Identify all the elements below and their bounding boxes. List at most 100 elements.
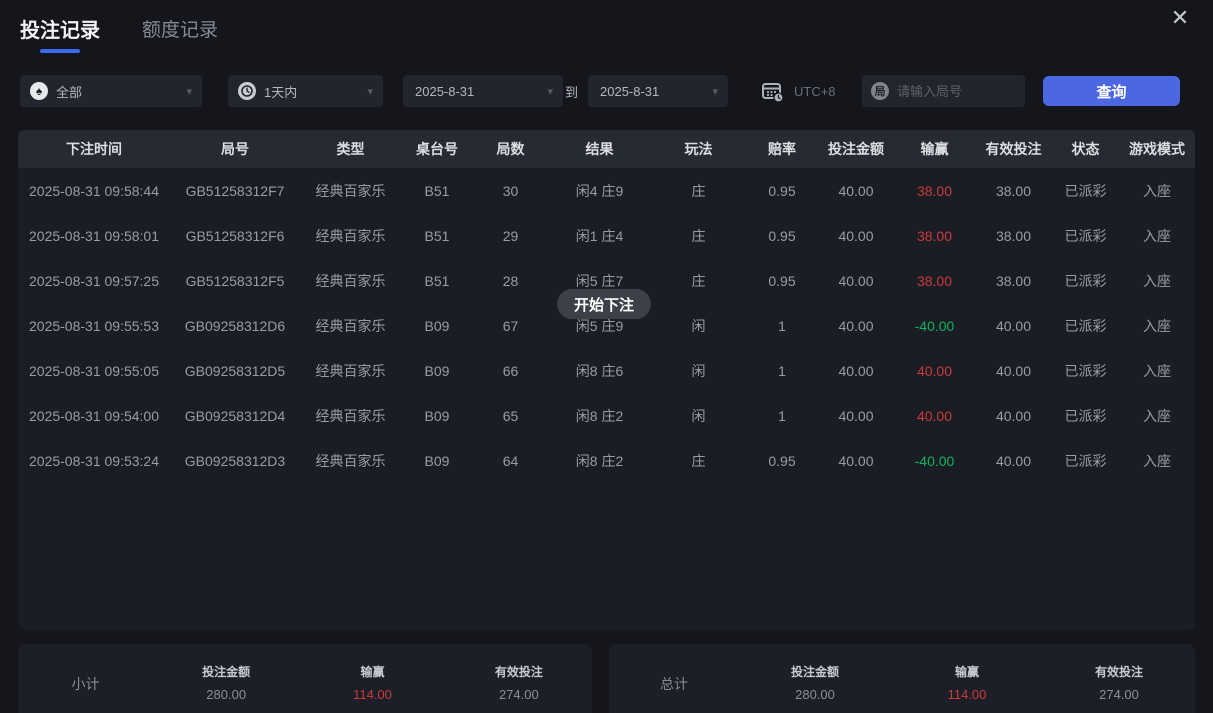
cell-round-id: GB09258312D4 (170, 393, 300, 438)
query-button[interactable]: 查询 (1043, 76, 1180, 106)
table-row[interactable]: 2025-08-31 09:58:01 GB51258312F6 经典百家乐 B… (18, 213, 1195, 258)
date-to-value: 2025-8-31 (600, 84, 659, 99)
round-id-input[interactable] (897, 84, 1007, 99)
cell-valid-bet: 40.00 (975, 438, 1052, 483)
cell-round-id: GB51258312F6 (170, 213, 300, 258)
total-bet-stat: 投注金额 280.00 (739, 663, 891, 702)
cell-round-id: GB09258312D3 (170, 438, 300, 483)
cell-game-mode: 入座 (1119, 438, 1195, 483)
cell-bet-amount: 40.00 (818, 393, 894, 438)
cell-result: 闲8 庄2 (548, 393, 651, 438)
cell-round-no: 64 (473, 438, 548, 483)
col-header-3: 桌台号 (401, 130, 473, 168)
time-range-select[interactable]: 1天内 ▾ (228, 75, 383, 107)
subtotal-winloss-stat: 输赢 114.00 (299, 663, 445, 702)
cell-odds: 1 (746, 348, 818, 393)
cell-table-no: B51 (401, 258, 473, 303)
cell-play: 闲 (651, 393, 746, 438)
table-row[interactable]: 2025-08-31 09:54:00 GB09258312D4 经典百家乐 B… (18, 393, 1195, 438)
date-from-select[interactable]: 2025-8-31 ▾ (403, 75, 563, 107)
col-header-9: 输赢 (894, 130, 975, 168)
subtotal-panel: 小计 投注金额 280.00 输赢 114.00 有效投注 274.00 (18, 644, 592, 713)
tab-quota-records[interactable]: 额度记录 (142, 15, 218, 53)
close-icon[interactable]: ✕ (1166, 4, 1194, 32)
cell-valid-bet: 40.00 (975, 393, 1052, 438)
cell-round-no: 30 (473, 168, 548, 213)
clock-icon (238, 82, 256, 100)
cell-table-no: B09 (401, 438, 473, 483)
cell-bet-amount: 40.00 (818, 258, 894, 303)
cell-bet-amount: 40.00 (818, 348, 894, 393)
cell-result: 闲1 庄4 (548, 213, 651, 258)
cell-bet-time: 2025-08-31 09:54:00 (18, 393, 170, 438)
cell-win-loss: 40.00 (894, 393, 975, 438)
table-header-row: 下注时间局号类型桌台号局数结果玩法赔率投注金额输赢有效投注状态游戏模式 (18, 130, 1195, 168)
winloss-label: 输赢 (891, 663, 1043, 680)
cell-table-no: B09 (401, 348, 473, 393)
cell-valid-bet: 38.00 (975, 168, 1052, 213)
date-to-select[interactable]: 2025-8-31 ▾ (588, 75, 728, 107)
cell-odds: 1 (746, 393, 818, 438)
cell-game-type: 经典百家乐 (300, 303, 401, 348)
cell-round-id: GB09258312D5 (170, 348, 300, 393)
game-type-select[interactable]: ♠ 全部 ▾ (20, 75, 202, 107)
cell-result: 闲8 庄2 (548, 438, 651, 483)
chevron-down-icon: ▾ (186, 85, 192, 98)
cell-odds: 0.95 (746, 213, 818, 258)
chevron-down-icon: ▾ (712, 85, 718, 98)
cell-valid-bet: 38.00 (975, 213, 1052, 258)
cell-table-no: B51 (401, 168, 473, 213)
calendar-clock-icon[interactable] (760, 79, 784, 103)
col-header-7: 赔率 (746, 130, 818, 168)
cell-game-mode: 入座 (1119, 168, 1195, 213)
cell-odds: 0.95 (746, 438, 818, 483)
cell-status: 已派彩 (1052, 213, 1119, 258)
table-body: 2025-08-31 09:58:44 GB51258312F7 经典百家乐 B… (18, 168, 1195, 630)
cell-game-mode: 入座 (1119, 213, 1195, 258)
col-header-4: 局数 (473, 130, 548, 168)
cell-bet-time: 2025-08-31 09:53:24 (18, 438, 170, 483)
table-row[interactable]: 2025-08-31 09:55:05 GB09258312D5 经典百家乐 B… (18, 348, 1195, 393)
cell-status: 已派彩 (1052, 393, 1119, 438)
cell-game-type: 经典百家乐 (300, 168, 401, 213)
cell-valid-bet: 38.00 (975, 258, 1052, 303)
winloss-label: 输赢 (299, 663, 445, 680)
subtotal-bet-stat: 投注金额 280.00 (153, 663, 299, 702)
cell-bet-time: 2025-08-31 09:58:44 (18, 168, 170, 213)
cell-win-loss: 38.00 (894, 168, 975, 213)
bet-amount-value: 280.00 (153, 687, 299, 702)
cell-round-no: 28 (473, 258, 548, 303)
tab-betting-records[interactable]: 投注记录 (20, 14, 100, 53)
cell-odds: 0.95 (746, 168, 818, 213)
cell-odds: 0.95 (746, 258, 818, 303)
subtotal-label: 小计 (18, 674, 153, 694)
winloss-value: 114.00 (891, 687, 1043, 702)
cell-play: 庄 (651, 258, 746, 303)
table-row[interactable]: 2025-08-31 09:53:24 GB09258312D3 经典百家乐 B… (18, 438, 1195, 483)
cell-valid-bet: 40.00 (975, 348, 1052, 393)
cell-status: 已派彩 (1052, 438, 1119, 483)
cell-bet-time: 2025-08-31 09:58:01 (18, 213, 170, 258)
col-header-0: 下注时间 (18, 130, 170, 168)
cell-result: 闲8 庄6 (548, 348, 651, 393)
total-label: 总计 (609, 674, 739, 694)
cell-bet-amount: 40.00 (818, 303, 894, 348)
cell-play: 闲 (651, 348, 746, 393)
cell-game-type: 经典百家乐 (300, 213, 401, 258)
col-header-1: 局号 (170, 130, 300, 168)
col-header-8: 投注金额 (818, 130, 894, 168)
bet-amount-label: 投注金额 (153, 663, 299, 680)
cell-play: 庄 (651, 438, 746, 483)
cell-bet-amount: 40.00 (818, 213, 894, 258)
cell-play: 庄 (651, 168, 746, 213)
date-from-value: 2025-8-31 (415, 84, 474, 99)
cell-status: 已派彩 (1052, 258, 1119, 303)
timezone-label: UTC+8 (794, 84, 836, 99)
cell-table-no: B51 (401, 213, 473, 258)
cell-game-type: 经典百家乐 (300, 393, 401, 438)
cell-valid-bet: 40.00 (975, 303, 1052, 348)
cell-round-id: GB09258312D6 (170, 303, 300, 348)
time-range-value: 1天内 (264, 82, 297, 101)
cell-game-type: 经典百家乐 (300, 438, 401, 483)
table-row[interactable]: 2025-08-31 09:58:44 GB51258312F7 经典百家乐 B… (18, 168, 1195, 213)
